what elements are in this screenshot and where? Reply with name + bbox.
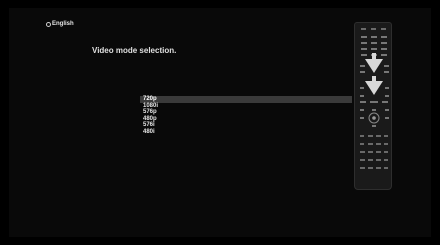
video-mode-list: 720p 1080i 576p 480p 576i 480i (140, 96, 352, 135)
tv-screen: English Video mode selection. 720p 1080i… (0, 0, 440, 245)
page-title: Video mode selection. (92, 46, 177, 55)
language-indicator: English (46, 21, 74, 27)
remote-control-icon (354, 22, 392, 190)
video-mode-option[interactable]: 480i (140, 129, 352, 136)
remote-control-graphic (360, 28, 389, 169)
language-label: English (52, 21, 74, 27)
globe-icon (46, 21, 51, 27)
